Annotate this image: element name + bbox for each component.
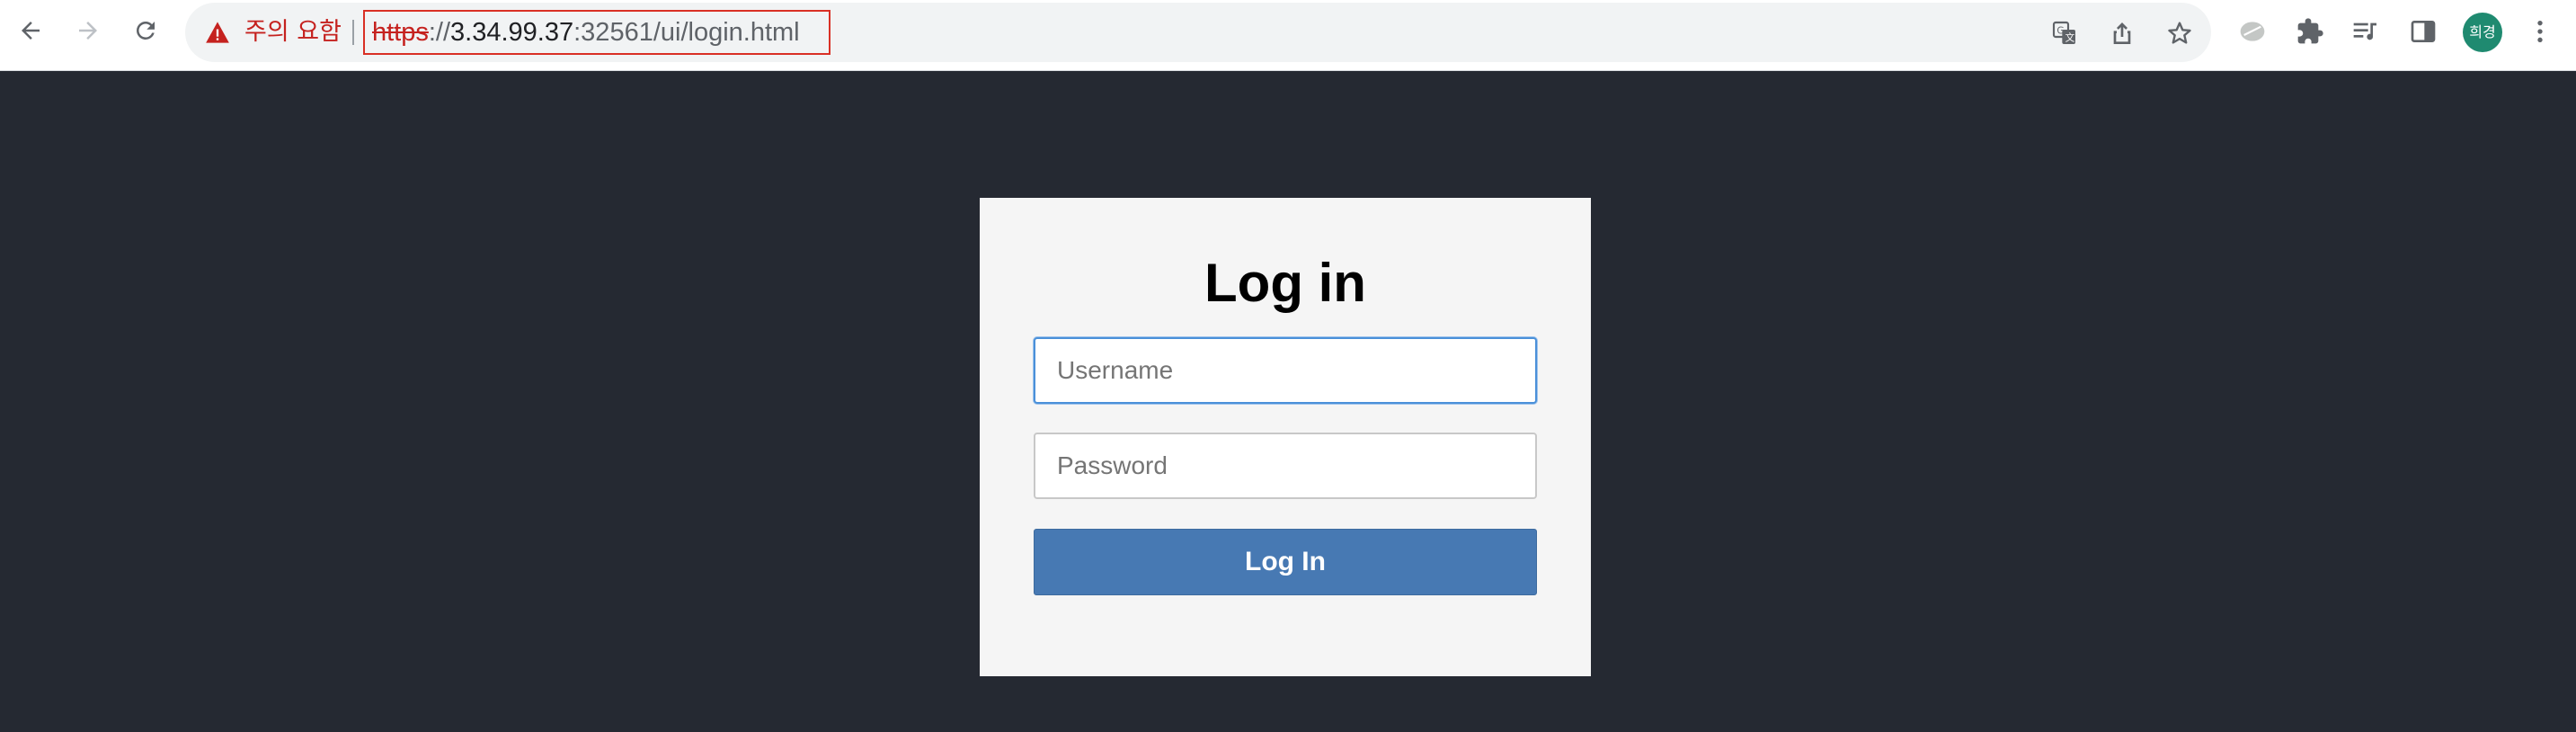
translate-icon[interactable]: G文 xyxy=(2049,18,2080,49)
address-bar[interactable]: 주의 요함 https://3.34.99.37:32561/ui/login.… xyxy=(185,3,2211,62)
url-host: 3.34.99.37 xyxy=(450,18,574,47)
browser-toolbar: 주의 요함 https://3.34.99.37:32561/ui/login.… xyxy=(0,0,2576,71)
forward-arrow-icon[interactable] xyxy=(70,13,106,49)
login-title: Log in xyxy=(1204,253,1366,313)
extension-badge-icon[interactable] xyxy=(2236,15,2269,48)
profile-avatar[interactable]: 희경 xyxy=(2463,13,2502,52)
more-menu-icon[interactable] xyxy=(2524,15,2556,48)
login-button[interactable]: Log In xyxy=(1034,529,1537,595)
svg-text:文: 文 xyxy=(2065,32,2075,44)
reload-icon[interactable] xyxy=(128,13,164,49)
bookmark-star-icon[interactable] xyxy=(2164,18,2195,49)
share-icon[interactable] xyxy=(2107,18,2137,49)
login-card: Log in Log In xyxy=(980,198,1591,676)
url-text[interactable]: https://3.34.99.37:32561/ui/login.html xyxy=(363,10,831,55)
username-input[interactable] xyxy=(1034,337,1537,404)
url-path: :32561/ui/login.html xyxy=(573,18,800,47)
side-panel-icon[interactable] xyxy=(2407,15,2439,48)
security-warning-text[interactable]: 주의 요함 xyxy=(244,17,342,48)
media-queue-icon[interactable] xyxy=(2349,15,2382,48)
page-background: Log in Log In xyxy=(0,71,2576,732)
password-input[interactable] xyxy=(1034,433,1537,499)
omnibox-divider xyxy=(352,20,354,45)
warning-triangle-icon[interactable] xyxy=(205,21,230,44)
url-separator: :// xyxy=(428,18,451,47)
url-scheme: https xyxy=(372,18,429,47)
extensions-puzzle-icon[interactable] xyxy=(2294,15,2326,48)
back-arrow-icon[interactable] xyxy=(13,13,49,49)
